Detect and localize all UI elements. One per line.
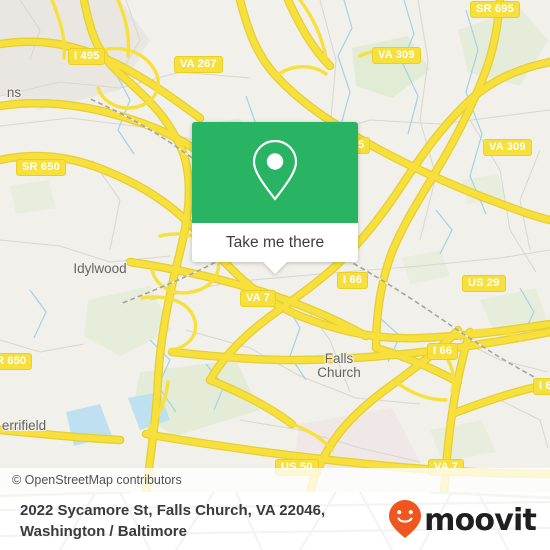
shield-us-29[interactable]: US 29 — [462, 275, 506, 292]
popup-pin-area — [192, 122, 358, 223]
address-line-2: Washington / Baltimore — [20, 523, 187, 540]
shield-sr-695[interactable]: SR 695 — [470, 1, 520, 18]
shield-i-66-e[interactable]: I 66 — [533, 378, 550, 395]
map-pin-icon — [248, 137, 302, 208]
popup-action-bar[interactable]: Take me there — [192, 223, 358, 274]
popup-tail-arrow — [263, 262, 287, 274]
moovit-wordmark-text: moovit — [424, 503, 537, 538]
shield-va-309-e[interactable]: VA 309 — [483, 139, 532, 156]
shield-i-495[interactable]: I 495 — [68, 48, 106, 65]
shield-va-309-n[interactable]: VA 309 — [372, 47, 421, 64]
shield-i-66-m[interactable]: I 66 — [427, 343, 459, 360]
shield-sr-650[interactable]: SR 650 — [16, 159, 66, 176]
destination-address: 2022 Sycamore St, Falls Church, VA 22046… — [20, 500, 325, 542]
footer-content: 2022 Sycamore St, Falls Church, VA 22046… — [0, 492, 550, 550]
shield-sr-650-w[interactable]: R 650 — [0, 353, 33, 370]
shield-i-66-n[interactable]: I 66 — [337, 272, 369, 289]
osm-attribution-text[interactable]: © OpenStreetMap contributors — [0, 473, 182, 487]
moovit-smiley-pin-icon — [388, 499, 422, 544]
shield-va-267[interactable]: VA 267 — [174, 56, 223, 73]
map-canvas[interactable]: .land { fill:#f2f0ea; } .green { fill:#e… — [0, 0, 550, 492]
shield-va-7-n[interactable]: VA 7 — [240, 290, 277, 307]
destination-popup[interactable]: Take me there — [192, 122, 358, 274]
address-line-1: 2022 Sycamore St, Falls Church, VA 22046… — [20, 502, 326, 519]
moovit-map-screenshot: .land { fill:#f2f0ea; } .green { fill:#e… — [0, 0, 550, 550]
footer-bar: 2022 Sycamore St, Falls Church, VA 22046… — [0, 492, 550, 550]
take-me-there-label: Take me there — [225, 233, 325, 251]
map-attribution-bar: © OpenStreetMap contributors — [0, 468, 550, 492]
moovit-logo[interactable]: moovit — [388, 499, 537, 544]
